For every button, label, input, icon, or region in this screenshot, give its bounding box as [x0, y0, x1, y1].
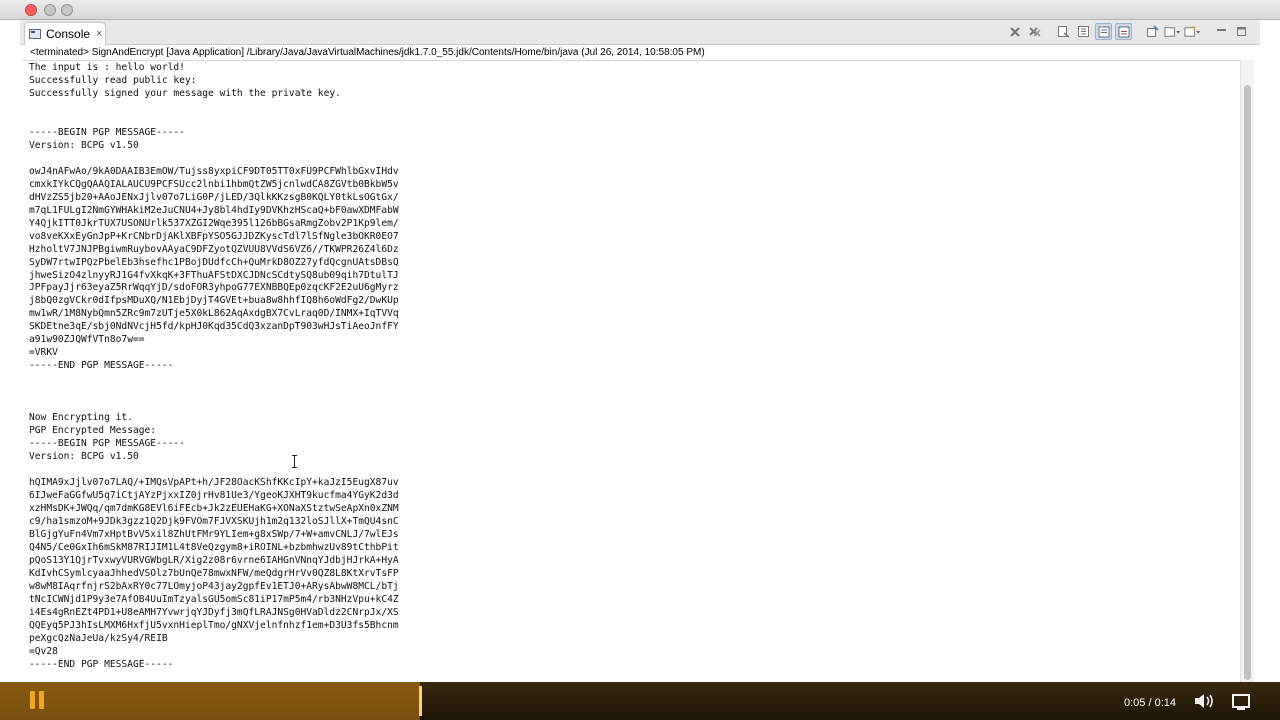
console-line: Q4N5/Ce0GxIh6mSkM87RIJIM1L4t8VeQzgym8+iR…: [29, 541, 399, 553]
console-line: SKDEtne3qE/sbj0NdNVcjH5fd/kpHJ0Kqd35CdQ3…: [29, 321, 399, 333]
console-line: KdIvhCSymlcyaaJhhedVSOlz7bUnQe78mwxNFW/m…: [29, 567, 399, 579]
close-tab-icon[interactable]: ×: [96, 28, 102, 40]
console-line: =Qv28: [29, 645, 58, 657]
scroll-lock-icon[interactable]: [1075, 23, 1092, 40]
view-tab-bar: Console ×: [20, 20, 1260, 45]
maximize-icon[interactable]: [1233, 23, 1250, 40]
pause-icon[interactable]: [30, 691, 48, 711]
console-line: j8bQ0zgVCkr0dIfpsMDuXQ/N1EbjDyjT4GVEt+bu…: [29, 295, 399, 307]
window-titlebar: [0, 0, 1280, 20]
console-text: The input is : hello world! Successfully …: [29, 62, 399, 672]
ibeam-cursor-icon: [292, 455, 297, 468]
console-line: -----END PGP MESSAGE-----: [29, 360, 174, 372]
console-line: i4Es4gRnEZt4PD1+U8eAMH7YvwrjqYJDyfj3mQfL…: [29, 606, 399, 618]
minimize-window-icon[interactable]: [44, 4, 56, 16]
console-line: jhweSizO4zlnyyRJ1G4fvXkqK+3FThuAFStDXCJD…: [29, 269, 399, 281]
console-line: m7qL1FULgI2NmGYWHAkiM2eJuCNU4+Jy8bl4hdIy…: [29, 204, 399, 216]
playhead-handle[interactable]: [419, 686, 422, 716]
console-line: SyDW7rtwIPQzPbelEb3hsefhc1PBojDUdfcCh+Qu…: [29, 256, 399, 268]
console-line: Version: BCPG v1.50: [29, 451, 139, 463]
remove-all-icon[interactable]: [1026, 23, 1043, 40]
tab-console[interactable]: Console ×: [24, 22, 106, 45]
terminate-icon[interactable]: [1006, 23, 1023, 40]
fullscreen-icon[interactable]: [1232, 694, 1250, 710]
show-on-output-icon[interactable]: [1095, 23, 1112, 40]
progress-played: [0, 682, 420, 720]
console-line: Successfully signed your message with th…: [29, 87, 341, 99]
console-output[interactable]: The input is : hello world! Successfully …: [22, 60, 1240, 682]
console-line: vo8veKXxEyGnJpP+KrCNbrDjAKlXBFpYSO5GJJDZ…: [29, 230, 399, 242]
launch-status: <terminated> SignAndEncrypt [Java Applic…: [30, 47, 705, 58]
pin-console-icon[interactable]: [1144, 23, 1161, 40]
console-line: =VRKV: [29, 347, 58, 359]
console-line: JPFpayJjr63eyaZ5RrWqqYjD/sdoFOR3yhpoG77E…: [29, 282, 399, 294]
console-line: cmxkIYkCQgQAAQIALAUCU9PCFSUcc2lnbi1hbmQt…: [29, 178, 399, 190]
console-line: 6IJweFaGGfwU5q7iCtjAYzPjxxIZ0jrHv81Ue3/Y…: [29, 489, 399, 501]
console-line: tNcICWNjd1P9y3e7AfOB4UuImTzyalsGU5omSc81…: [29, 593, 399, 605]
console-line: Y4QjkITT0JkrTUX7USONUrlk537XZGI2Wqe395l1…: [29, 217, 399, 229]
minimize-icon[interactable]: [1213, 23, 1230, 40]
video-player-controls: 0:05 / 0:14: [0, 682, 1280, 720]
volume-icon[interactable]: [1193, 692, 1217, 710]
console-line: pQoS13Y1QjrTvxwyVURVGWbgLR/Xig2z08r6vrne…: [29, 554, 399, 566]
progress-bar[interactable]: [0, 682, 1280, 720]
console-line: The input is : hello world!: [29, 62, 185, 73]
console-line: a91w90ZJQWfVTn8o7w==: [29, 334, 145, 346]
console-line: hQIMA9xJjlv07o7LAQ/+IMQsVpAPt+h/JF28OacK…: [29, 477, 399, 488]
console-line: peXgcQzNaJeUa/kzSy4/REIB: [29, 632, 168, 644]
console-line: Successfully read public key:: [29, 74, 197, 86]
console-icon: [29, 29, 41, 39]
close-window-icon[interactable]: [25, 4, 37, 16]
clear-console-icon[interactable]: [1055, 23, 1072, 40]
console-line: -----END PGP MESSAGE-----: [29, 658, 174, 670]
console-toolbar: [1006, 23, 1250, 40]
console-line: Version: BCPG v1.50: [29, 139, 139, 151]
console-line: dHVzZS5jb20+AAoJENxJjlv07o7LiG0P/jLED/3Q…: [29, 191, 399, 203]
console-line: PGP Encrypted Message:: [29, 425, 157, 437]
console-line: owJ4nAFwAo/9kA0DAAIB3EmOW/Tujss8yxpiCF9D…: [29, 165, 399, 177]
console-line: c9/ha1smzoM+9JDk3gzz1Q2Djk9FVOm7FJVXSKUj…: [29, 515, 399, 527]
console-line: QQEyq5PJ3hIsLMXM6HxfjU5vxnHieplTmo/gNXVj…: [29, 619, 399, 631]
open-console-icon[interactable]: [1184, 23, 1201, 40]
display-selected-console-icon[interactable]: [1164, 23, 1181, 40]
console-line: -----BEGIN PGP MESSAGE-----: [29, 126, 185, 138]
console-line: Now Encrypting it.: [29, 412, 133, 424]
console-line: xzHMsDK+JWQq/qm7dmKG8EVl6iFEcb+Jk2zEUEHa…: [29, 502, 399, 514]
show-on-error-icon[interactable]: [1115, 23, 1132, 40]
console-line: HzholtV7JNJPBgiwmRuybovAAyaC9DFZyotQZVUU…: [29, 243, 399, 255]
vertical-scrollbar[interactable]: [1240, 60, 1254, 682]
scroll-thumb[interactable]: [1244, 85, 1251, 680]
console-line: BlGjgYuFn4Vm7xHptBvV5xil8ZhUtFMr9YLIem+g…: [29, 528, 399, 540]
console-line: mw1wR/1M8NybQmn5ZRc9m7zUTje5X0kL862AqAxd…: [29, 308, 399, 320]
tab-console-label: Console: [46, 27, 91, 41]
zoom-window-icon[interactable]: [61, 4, 73, 16]
time-readout: 0:05 / 0:14: [1124, 697, 1176, 709]
console-line: -----BEGIN PGP MESSAGE-----: [29, 438, 185, 450]
console-line: w8wM8IAqrfnjrS2bAxRY0c77LOmyjoP43jay2gpf…: [29, 580, 399, 592]
